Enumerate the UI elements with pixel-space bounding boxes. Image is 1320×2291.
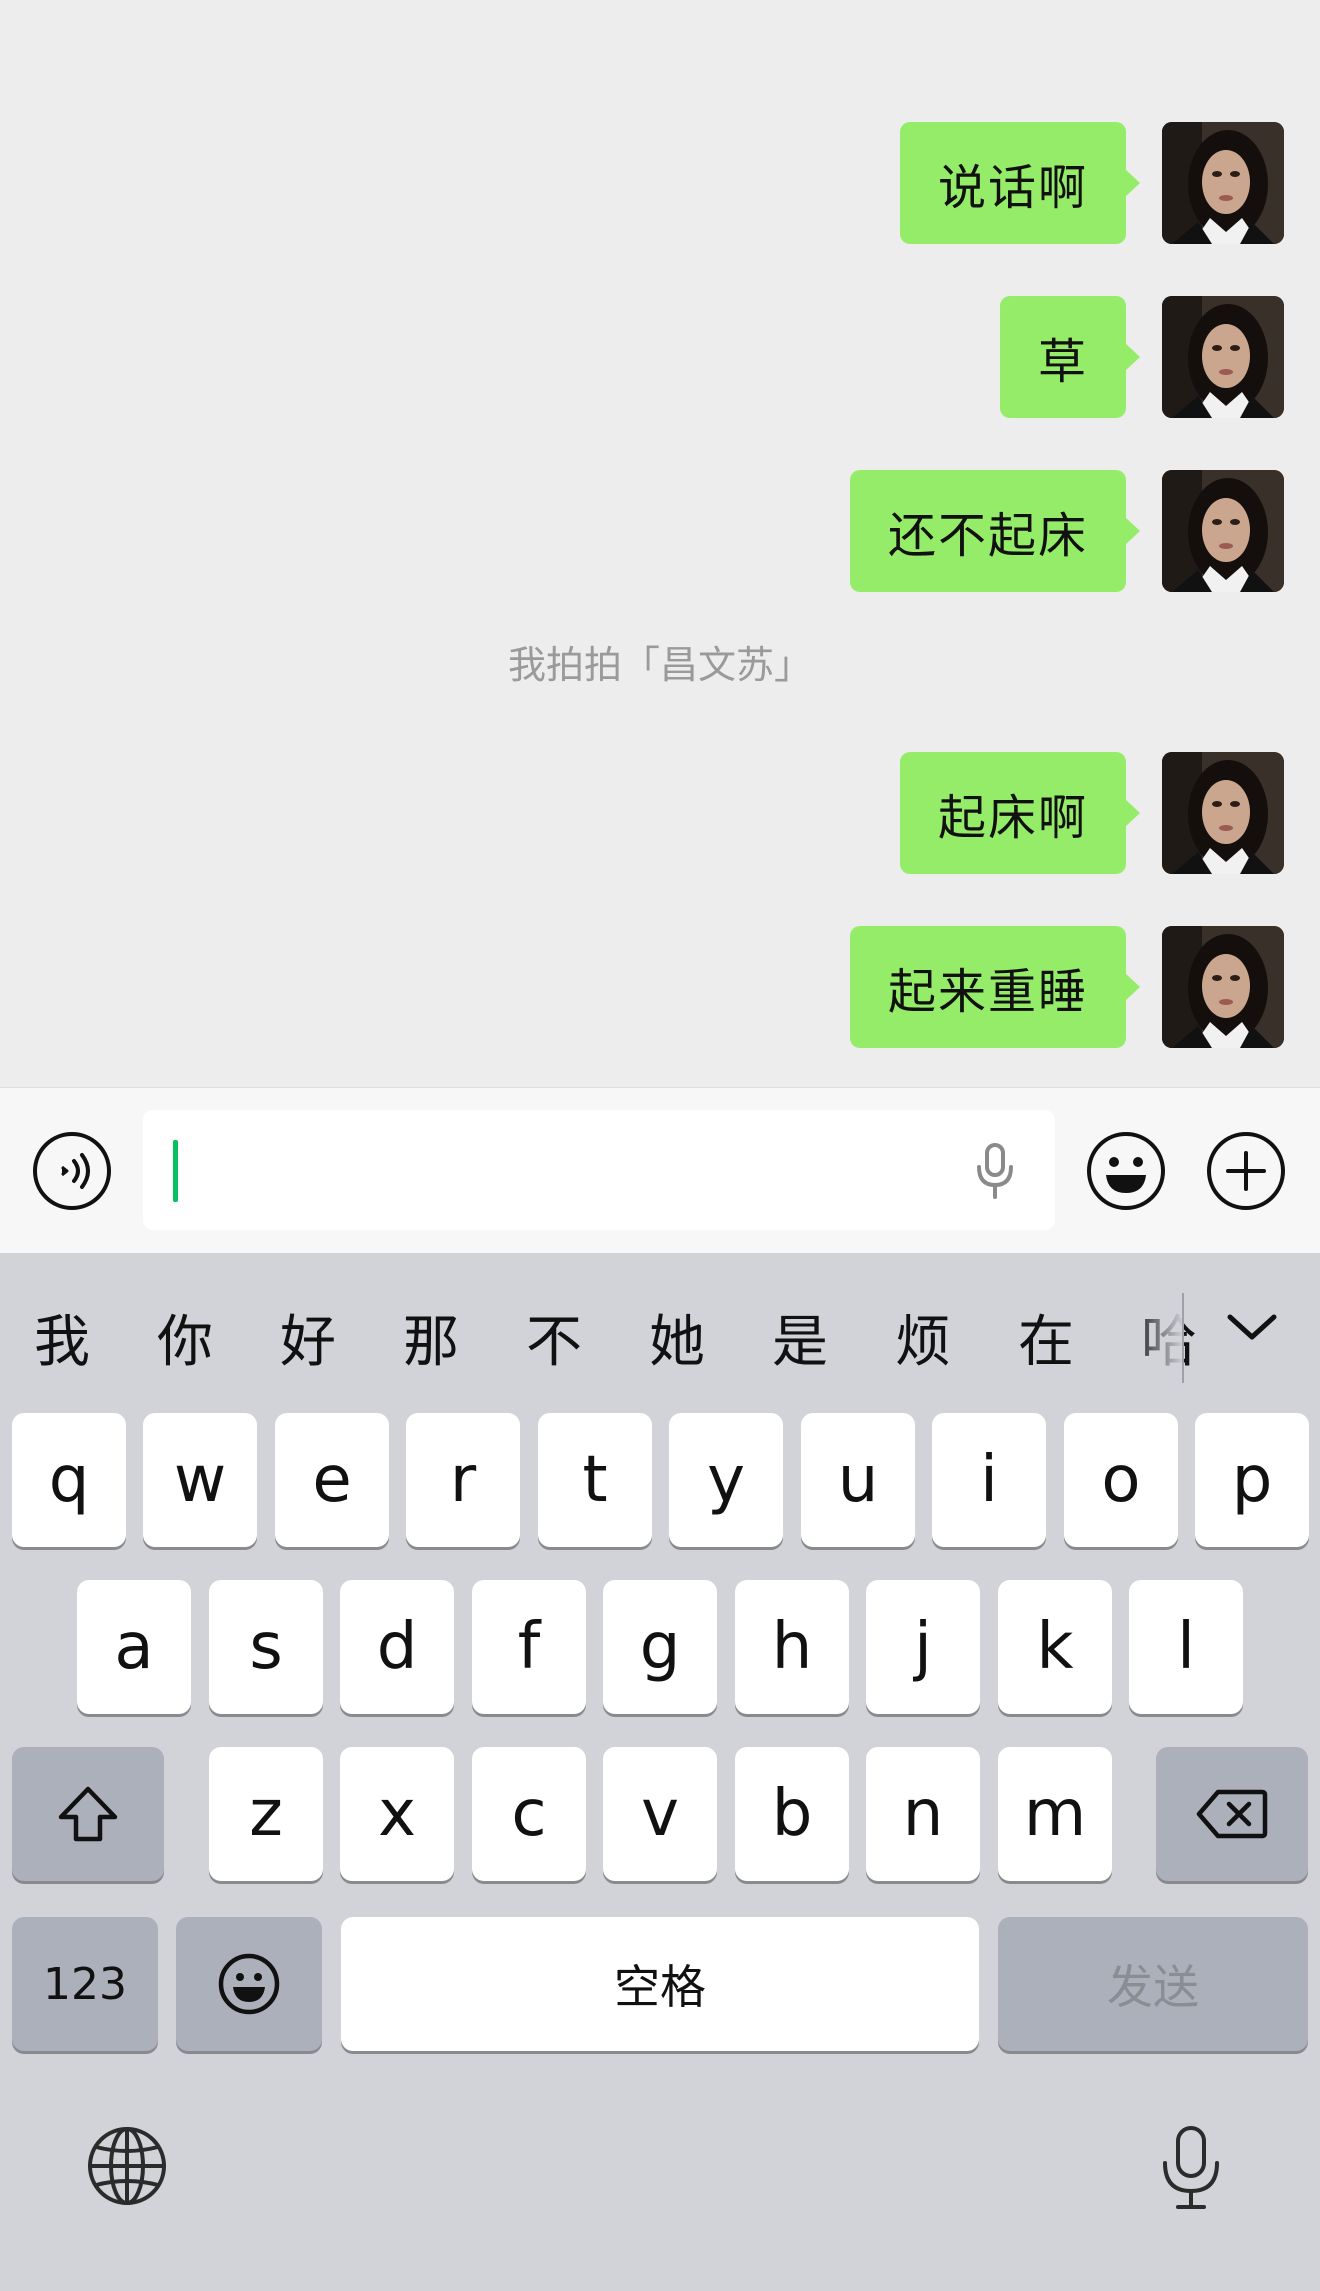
key-b[interactable]: b [735,1747,849,1881]
key-e[interactable]: e [275,1413,389,1547]
key-p[interactable]: p [1195,1413,1309,1547]
more-actions-button[interactable] [1206,1131,1286,1211]
key-l[interactable]: l [1129,1580,1243,1714]
message-row: 说话啊 [899,122,1284,244]
plus-circle-icon [1207,1132,1285,1210]
smiley-icon [218,1953,280,2015]
key-i[interactable]: i [932,1413,1046,1547]
key-a[interactable]: a [77,1580,191,1714]
message-text-field[interactable] [143,1110,1055,1230]
candidate-word[interactable]: 她 [637,1297,717,1378]
key-t[interactable]: t [538,1413,652,1547]
candidate-divider [1182,1293,1184,1383]
field-microphone-button[interactable] [975,1143,1015,1203]
key-s[interactable]: s [209,1580,323,1714]
candidate-fade [1130,1273,1184,1393]
avatar[interactable] [1162,752,1284,874]
expand-candidates-button[interactable] [1224,1307,1280,1351]
key-q[interactable]: q [12,1413,126,1547]
key-w[interactable]: w [143,1413,257,1547]
avatar-portrait-icon [1162,926,1284,1048]
candidate-word[interactable]: 我 [22,1297,102,1378]
voice-wave-icon [33,1132,111,1210]
key-z[interactable]: z [209,1747,323,1881]
candidate-word[interactable]: 是 [760,1297,840,1378]
avatar-portrait-icon [1162,122,1284,244]
message-bubble[interactable]: 说话啊 [899,122,1141,244]
microphone-icon [1163,2126,1219,2209]
keyboard: 我 你 好 那 不 她 是 烦 在 哈 q w e r t y u i o p … [0,1253,1320,2291]
avatar-portrait-icon [1162,470,1284,592]
candidate-word[interactable]: 不 [514,1297,594,1378]
avatar[interactable] [1162,296,1284,418]
avatar[interactable] [1162,926,1284,1048]
message-row: 起来重睡 [849,926,1284,1048]
avatar-portrait-icon [1162,296,1284,418]
key-r[interactable]: r [406,1413,520,1547]
delete-key[interactable] [1156,1747,1308,1881]
key-j[interactable]: j [866,1580,980,1714]
dictation-button[interactable] [1160,2125,1222,2215]
send-key[interactable]: 发送 [998,1917,1308,2051]
candidate-word[interactable]: 在 [1006,1297,1086,1378]
key-x[interactable]: x [340,1747,454,1881]
space-key[interactable]: 空格 [341,1917,979,2051]
key-g[interactable]: g [603,1580,717,1714]
emoji-key[interactable] [176,1917,322,2051]
voice-mode-button[interactable] [32,1131,112,1211]
key-f[interactable]: f [472,1580,586,1714]
message-input-bar [0,1087,1320,1253]
chat-history[interactable]: 说话啊 草 还不起床 我拍拍「昌文苏」 起床啊 起来重睡 [0,0,1320,1087]
smiley-icon [1087,1132,1165,1210]
shift-arrow-icon [58,1786,118,1842]
message-bubble[interactable]: 还不起床 [849,470,1141,592]
avatar[interactable] [1162,470,1284,592]
key-k[interactable]: k [998,1580,1112,1714]
candidate-word[interactable]: 好 [268,1297,348,1378]
message-row: 起床啊 [899,752,1284,874]
message-row: 草 [999,296,1284,418]
key-v[interactable]: v [603,1747,717,1881]
chevron-down-icon [1227,1314,1277,1340]
numbers-key[interactable]: 123 [12,1917,158,2051]
message-bubble[interactable]: 草 [999,296,1141,418]
key-c[interactable]: c [472,1747,586,1881]
text-caret [173,1140,178,1202]
key-o[interactable]: o [1064,1413,1178,1547]
key-y[interactable]: y [669,1413,783,1547]
candidate-word[interactable]: 烦 [883,1297,963,1378]
emoji-button[interactable] [1086,1131,1166,1211]
microphone-icon [977,1143,1013,1199]
switch-keyboard-button[interactable] [86,2125,168,2211]
message-bubble[interactable]: 起床啊 [899,752,1141,874]
key-m[interactable]: m [998,1747,1112,1881]
system-message: 我拍拍「昌文苏」 [507,643,812,687]
key-d[interactable]: d [340,1580,454,1714]
candidate-bar: 我 你 好 那 不 她 是 烦 在 哈 [0,1253,1320,1413]
avatar[interactable] [1162,122,1284,244]
key-n[interactable]: n [866,1747,980,1881]
key-h[interactable]: h [735,1580,849,1714]
candidate-word[interactable]: 你 [145,1297,225,1378]
backspace-icon [1196,1789,1268,1839]
globe-icon [88,2127,166,2205]
key-u[interactable]: u [801,1413,915,1547]
candidate-word[interactable]: 那 [391,1297,471,1378]
message-bubble[interactable]: 起来重睡 [849,926,1141,1048]
avatar-portrait-icon [1162,752,1284,874]
message-row: 还不起床 [849,470,1284,592]
shift-key[interactable] [12,1747,164,1881]
